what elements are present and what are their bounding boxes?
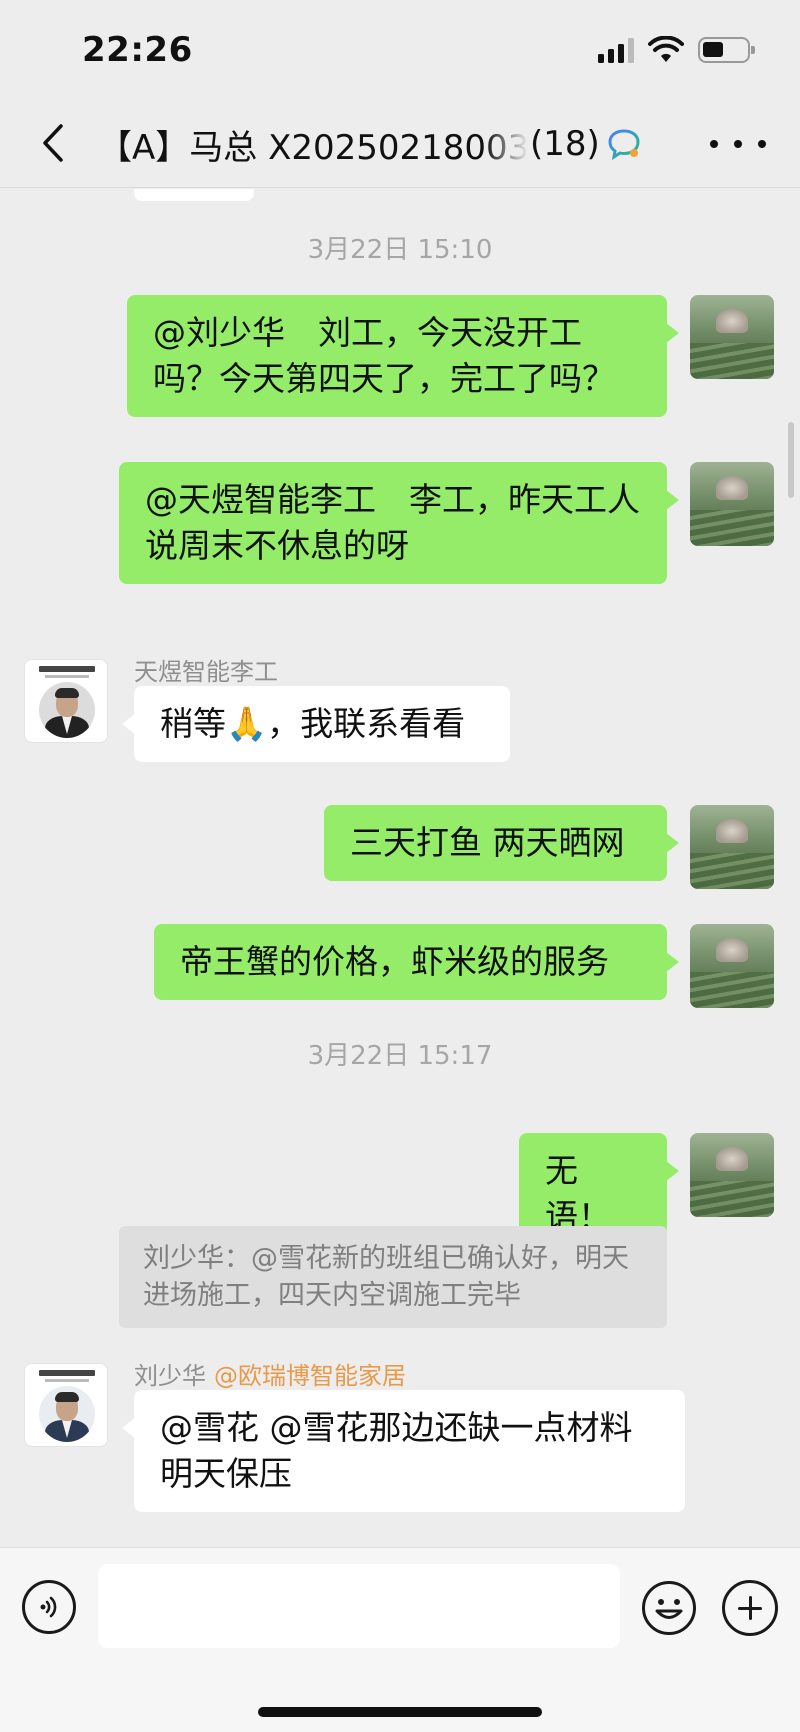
scrollbar[interactable] [788, 422, 794, 498]
sender-name-text: 刘少华 [134, 1362, 206, 1390]
avatar-self[interactable] [690, 805, 774, 889]
emoji-icon[interactable] [641, 1580, 697, 1636]
sender-company-tag: @欧瑞博智能家居 [214, 1362, 406, 1390]
more-dots-icon [710, 140, 718, 148]
back-button[interactable] [28, 118, 78, 168]
avatar-other[interactable] [24, 1363, 108, 1447]
avatar-self[interactable] [690, 462, 774, 546]
chat-area[interactable]: 3月22日 15:10 @刘少华 刘工，今天没开工吗？今天第四天了，完工了吗？ … [0, 189, 800, 1547]
sender-name: 天煜智能李工 [134, 658, 278, 686]
plus-icon[interactable] [722, 1580, 778, 1636]
message-bubble-self[interactable]: 帝王蟹的价格，虾米级的服务 [154, 924, 679, 1000]
chat-title-text: 【A】马总 X20250218003福建 [98, 127, 528, 168]
message-bubble-self[interactable]: @刘少华 刘工，今天没开工吗？今天第四天了，完工了吗？ [127, 295, 679, 417]
member-count: (18) [530, 124, 600, 164]
message-timestamp: 3月22日 15:10 [307, 235, 493, 265]
chat-title[interactable]: 【A】马总 X20250218003福建 (18) [98, 120, 678, 168]
avatar-self[interactable] [690, 924, 774, 1008]
input-bar [0, 1547, 800, 1732]
message-timestamp: 3月22日 15:17 [307, 1041, 493, 1071]
previous-message-bubble [134, 189, 254, 201]
battery-icon [698, 37, 755, 63]
status-icons [598, 36, 755, 64]
message-bubble-other[interactable]: @雪花 @雪花那边还缺一点材料明天保压 [122, 1390, 685, 1512]
message-bubble-self[interactable]: 三天打鱼 两天晒网 [324, 805, 679, 881]
avatar-self[interactable] [690, 295, 774, 379]
message-bubble-other[interactable]: 稍等🙏，我联系看看 [122, 686, 510, 762]
wifi-icon [648, 36, 684, 62]
voice-button[interactable] [22, 1580, 76, 1634]
quoted-message[interactable]: 刘少华：@雪花新的班组已确认好，明天进场施工，四天内空调施工完毕 [119, 1226, 667, 1328]
chevron-left-icon [43, 124, 63, 162]
voice-icon [40, 1596, 57, 1618]
message-input[interactable] [98, 1564, 620, 1648]
avatar-other[interactable] [24, 659, 108, 743]
status-time: 22:26 [82, 30, 193, 70]
avatar-self[interactable] [690, 1133, 774, 1217]
signal-icon [598, 37, 634, 63]
sender-name: 刘少华 @欧瑞博智能家居 [134, 1356, 406, 1391]
chat-header: 【A】马总 X20250218003福建 (18) [0, 100, 800, 188]
home-indicator [258, 1707, 542, 1717]
status-bar: 22:26 [0, 0, 800, 100]
ai-chat-icon[interactable] [606, 126, 642, 162]
more-button[interactable] [710, 126, 766, 162]
message-bubble-self[interactable]: @天煜智能李工 李工，昨天工人说周末不休息的呀 [119, 462, 679, 584]
